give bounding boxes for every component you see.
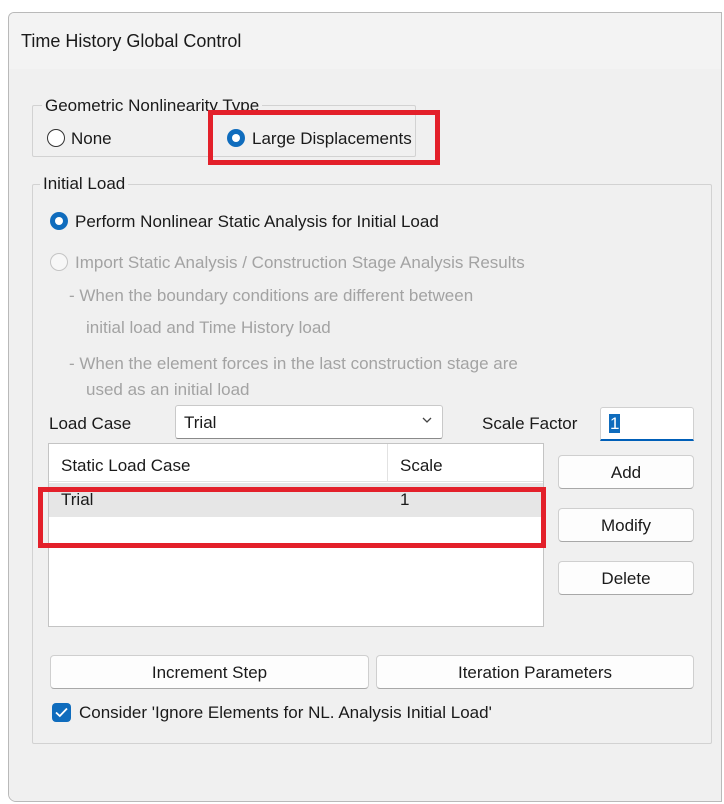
modify-button[interactable]: Modify (558, 508, 694, 542)
highlight-large-displacements (208, 110, 440, 165)
dialog-window: Time History Global Control Geometric No… (8, 12, 722, 802)
load-case-select[interactable]: Trial (175, 405, 443, 439)
column-header-scale[interactable]: Scale (388, 444, 543, 482)
scale-factor-value: 1 (609, 414, 621, 433)
add-button[interactable]: Add (558, 455, 694, 489)
radio-none[interactable] (47, 129, 65, 147)
note-element-forces-line1: - When the element forces in the last co… (69, 354, 518, 373)
load-case-value: Trial (184, 413, 217, 432)
dialog-body: Geometric Nonlinearity Type None Large D… (9, 69, 721, 801)
checkmark-icon (55, 707, 68, 718)
delete-button[interactable]: Delete (558, 561, 694, 595)
radio-import-results[interactable] (50, 253, 68, 271)
ignore-elements-checkbox[interactable] (52, 703, 71, 722)
column-header-static-load-case[interactable]: Static Load Case (49, 444, 387, 482)
dialog-title: Time History Global Control (21, 31, 242, 51)
radio-perform-nonlinear-static-label: Perform Nonlinear Static Analysis for In… (75, 212, 439, 231)
radio-import-results-label: Import Static Analysis / Construction St… (75, 253, 525, 272)
load-case-label: Load Case (49, 414, 132, 433)
chevron-down-icon (422, 417, 432, 423)
initial-load-legend: Initial Load (40, 174, 129, 194)
increment-step-button[interactable]: Increment Step (50, 655, 369, 689)
iteration-parameters-button[interactable]: Iteration Parameters (376, 655, 694, 689)
scale-factor-label: Scale Factor (482, 414, 578, 433)
note-boundary-line2: initial load and Time History load (86, 318, 331, 337)
note-boundary-line1: - When the boundary conditions are diffe… (69, 286, 474, 305)
radio-perform-nonlinear-static[interactable] (50, 212, 68, 230)
note-element-forces-line2: used as an initial load (86, 380, 250, 399)
ignore-elements-label: Consider 'Ignore Elements for NL. Analys… (79, 703, 492, 722)
highlight-trial-row (38, 487, 546, 548)
radio-none-label: None (71, 129, 112, 148)
scale-factor-input[interactable]: 1 (600, 407, 694, 441)
title-bar[interactable]: Time History Global Control (9, 13, 721, 69)
